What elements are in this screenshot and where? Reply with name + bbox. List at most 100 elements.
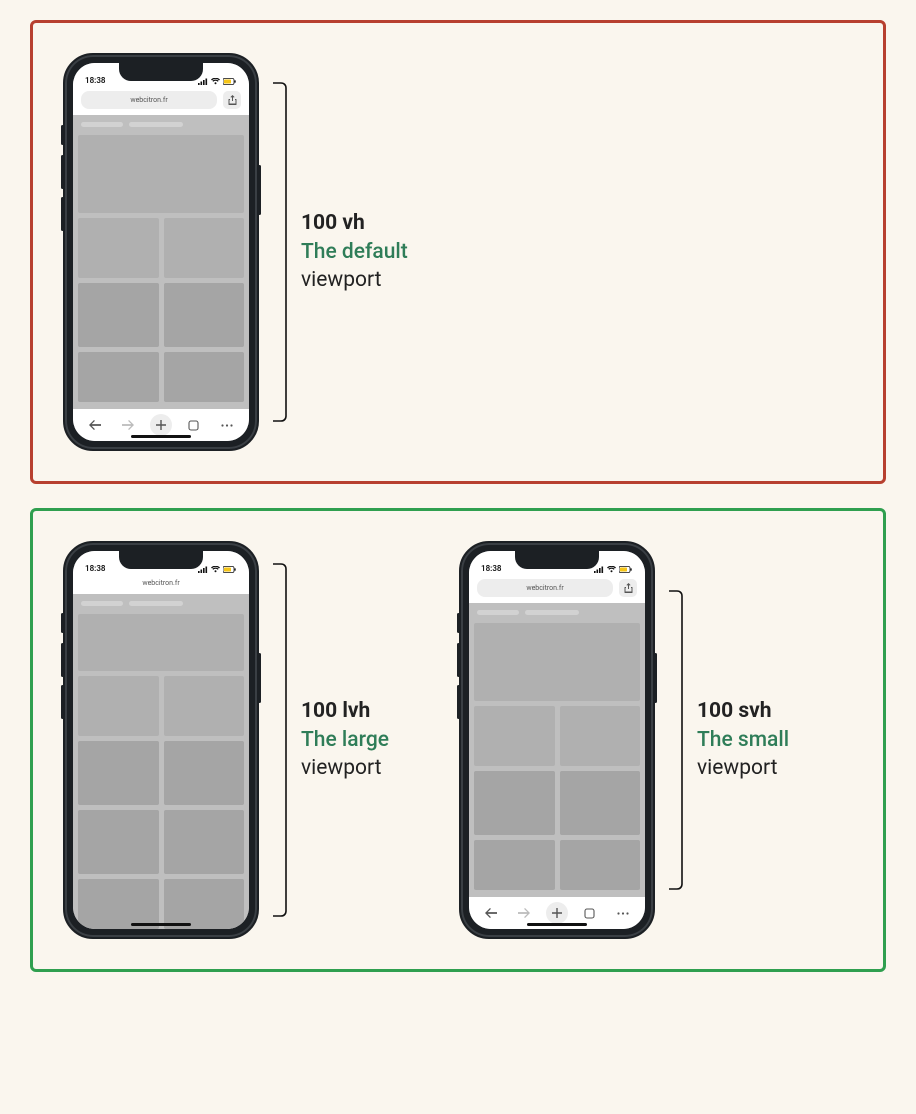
plus-icon	[156, 420, 166, 430]
phone-lvh: 18:38 webcitron.fr	[63, 541, 259, 939]
status-indicators	[594, 566, 633, 573]
arrow-left-icon	[89, 420, 101, 430]
unit-viewport-word: viewport	[697, 754, 789, 782]
home-indicator	[527, 923, 587, 926]
unit-desc: The large	[301, 726, 389, 754]
status-time: 18:38	[85, 564, 105, 573]
side-button	[457, 643, 460, 677]
side-button	[457, 613, 460, 633]
skeleton-text	[78, 122, 244, 130]
measure-bracket	[273, 82, 287, 422]
unit-label: 100 vh	[301, 209, 408, 237]
unit-viewport-word: viewport	[301, 266, 408, 294]
side-button	[61, 125, 64, 145]
skeleton-text	[474, 610, 640, 618]
wifi-icon	[607, 566, 616, 573]
unit-label: 100 svh	[697, 697, 789, 725]
share-icon	[228, 95, 237, 105]
arrow-right-icon	[122, 420, 134, 430]
signal-icon	[198, 566, 208, 573]
skeleton-row	[78, 218, 244, 278]
phone-screen: 18:38 webcitron.fr	[73, 551, 249, 929]
skeleton-row	[474, 840, 640, 890]
signal-icon	[594, 566, 604, 573]
caption-lvh: 100 lvh The large viewport	[301, 697, 389, 782]
forward-button[interactable]	[117, 414, 139, 436]
phone-screen: 18:38 webcitron.fr	[469, 551, 645, 929]
plus-icon	[552, 908, 562, 918]
measure-bracket	[669, 590, 683, 890]
unit-desc: The default	[301, 238, 408, 266]
phone-screen: 18:38 webcitron.fr	[73, 63, 249, 441]
phone-notch	[119, 63, 203, 81]
wifi-icon	[211, 566, 220, 573]
unit-block-svh: 18:38 webcitron.fr	[459, 541, 789, 939]
phone-svh: 18:38 webcitron.fr	[459, 541, 655, 939]
phone-notch	[119, 551, 203, 569]
side-button	[61, 685, 64, 719]
new-tab-button[interactable]	[150, 414, 172, 436]
url-field[interactable]: webcitron.fr	[81, 91, 217, 109]
skeleton-row	[78, 352, 244, 402]
side-button	[61, 197, 64, 231]
share-button[interactable]	[619, 579, 637, 597]
skeleton-row	[78, 676, 244, 736]
tabs-icon	[584, 908, 595, 919]
status-time: 18:38	[85, 76, 105, 85]
side-button	[61, 155, 64, 189]
skeleton-card	[78, 135, 244, 213]
status-indicators	[198, 78, 237, 85]
side-button	[61, 613, 64, 633]
tabs-button[interactable]	[579, 902, 601, 924]
unit-label: 100 lvh	[301, 697, 389, 725]
skeleton-row	[78, 879, 244, 929]
unit-block-vh: 18:38 webcitron.fr	[63, 53, 408, 451]
address-bar: webcitron.fr	[73, 87, 249, 115]
wifi-icon	[211, 78, 220, 85]
unit-viewport-word: viewport	[301, 754, 389, 782]
side-button	[258, 653, 261, 703]
skeleton-row	[78, 810, 244, 874]
forward-button[interactable]	[513, 902, 535, 924]
side-button	[654, 653, 657, 703]
unit-block-lvh: 18:38 webcitron.fr	[63, 541, 389, 939]
side-button	[457, 685, 460, 719]
measure-bracket	[273, 563, 287, 917]
tabs-button[interactable]	[183, 414, 205, 436]
skeleton-card	[78, 614, 244, 671]
skeleton-row	[78, 283, 244, 347]
battery-icon	[223, 566, 237, 573]
caption-svh: 100 svh The small viewport	[697, 697, 789, 782]
status-indicators	[198, 566, 237, 573]
side-button	[61, 643, 64, 677]
status-time: 18:38	[481, 564, 501, 573]
share-button[interactable]	[223, 91, 241, 109]
url-text: webcitron.fr	[142, 579, 179, 587]
home-indicator	[131, 923, 191, 926]
arrow-left-icon	[485, 908, 497, 918]
skeleton-row	[474, 771, 640, 835]
skeleton-row	[474, 706, 640, 766]
arrow-right-icon	[518, 908, 530, 918]
back-button[interactable]	[480, 902, 502, 924]
phone-vh: 18:38 webcitron.fr	[63, 53, 259, 451]
more-button[interactable]	[612, 902, 634, 924]
dots-icon	[617, 912, 629, 915]
page-content	[73, 115, 249, 409]
side-button	[258, 165, 261, 215]
back-button[interactable]	[84, 414, 106, 436]
share-icon	[624, 583, 633, 593]
skeleton-text	[78, 601, 244, 609]
more-button[interactable]	[216, 414, 238, 436]
url-text: webcitron.fr	[526, 584, 563, 592]
new-tab-button[interactable]	[546, 902, 568, 924]
url-field[interactable]: webcitron.fr	[81, 577, 241, 589]
signal-icon	[198, 78, 208, 85]
panel-lvh-svh: 18:38 webcitron.fr	[30, 508, 886, 972]
skeleton-card	[474, 623, 640, 701]
skeleton-row	[78, 741, 244, 805]
panel-vh: 18:38 webcitron.fr	[30, 20, 886, 484]
battery-icon	[223, 78, 237, 85]
unit-desc: The small	[697, 726, 789, 754]
url-field[interactable]: webcitron.fr	[477, 579, 613, 597]
